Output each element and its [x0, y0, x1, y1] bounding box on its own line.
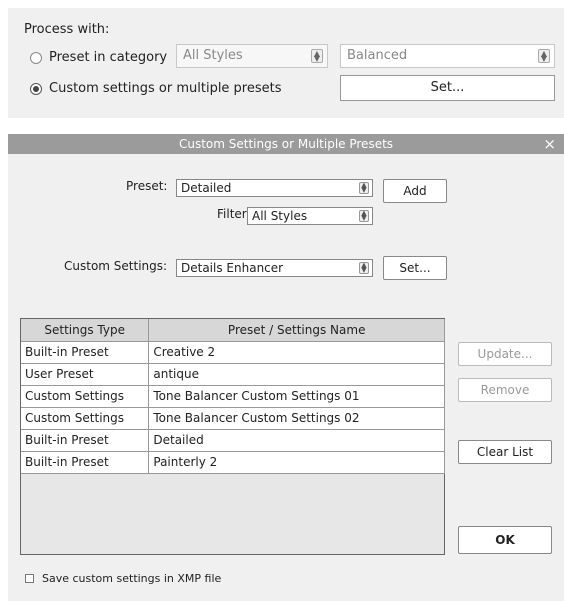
table-row[interactable]: Built-in Preset Detailed — [21, 429, 445, 452]
update-button[interactable]: Update... — [458, 342, 552, 366]
table-cell-type: Built-in Preset — [21, 341, 150, 364]
table-row[interactable]: Built-in Preset Creative 2 — [21, 341, 445, 364]
process-with-panel: Process with: Preset in category All Sty… — [8, 8, 564, 118]
custom-settings-dropdown-value: Details Enhancer — [181, 261, 284, 275]
clear-list-button[interactable]: Clear List — [458, 440, 552, 464]
preset-dropdown-value: Detailed — [181, 181, 232, 195]
chevron-updown-icon: ▲ ▼ — [311, 49, 323, 63]
ok-button[interactable]: OK — [458, 526, 552, 554]
preset-label: Preset: — [126, 179, 168, 193]
table-cell-name: Detailed — [148, 429, 445, 452]
preset-select[interactable]: Balanced ▲ ▼ — [340, 44, 555, 68]
filter-label: Filter — [217, 207, 247, 221]
set-button[interactable]: Set... — [340, 75, 555, 101]
custom-settings-label: Custom Settings: — [64, 259, 168, 273]
chevron-updown-icon: ▲ ▼ — [359, 262, 369, 274]
table-cell-type: User Preset — [21, 363, 150, 386]
dialog-titlebar: Custom Settings or Multiple Presets × — [8, 134, 564, 154]
custom-settings-dropdown[interactable]: Details Enhancer ▲ ▼ — [176, 259, 373, 277]
preset-in-category-radio[interactable] — [30, 51, 42, 64]
filter-dropdown-value: All Styles — [252, 209, 308, 223]
table-cell-type: Built-in Preset — [21, 451, 150, 474]
table-cell-type: Custom Settings — [21, 385, 150, 408]
table-row[interactable]: Custom Settings Tone Balancer Custom Sett… — [21, 385, 445, 408]
chevron-updown-icon: ▲ ▼ — [359, 210, 369, 222]
custom-set-button[interactable]: Set... — [383, 256, 447, 280]
custom-settings-label: Custom settings or multiple presets — [49, 81, 282, 96]
chevron-updown-icon: ▲ ▼ — [359, 182, 369, 194]
save-xmp-label: Save custom settings in XMP file — [42, 572, 222, 585]
custom-settings-option[interactable]: Custom settings or multiple presets — [30, 81, 282, 96]
filter-dropdown[interactable]: All Styles ▲ ▼ — [247, 207, 373, 225]
table-cell-name: Painterly 2 — [148, 451, 445, 474]
remove-button[interactable]: Remove — [458, 378, 552, 402]
category-select-value: All Styles — [183, 48, 243, 63]
preset-in-category-option[interactable]: Preset in category — [30, 50, 167, 65]
settings-table: Settings Type Preset / Settings Name Bui… — [20, 318, 445, 555]
table-row[interactable]: User Preset antique — [21, 363, 445, 386]
process-with-label: Process with: — [24, 22, 110, 37]
table-header-row: Settings Type Preset / Settings Name — [21, 319, 445, 342]
add-button[interactable]: Add — [383, 179, 447, 203]
table-cell-name: Tone Balancer Custom Settings 02 — [148, 407, 445, 430]
table-cell-name: antique — [148, 363, 445, 386]
table-cell-type: Built-in Preset — [21, 429, 150, 452]
table-cell-type: Custom Settings — [21, 407, 150, 430]
chevron-updown-icon: ▲ ▼ — [538, 49, 550, 63]
preset-dropdown[interactable]: Detailed ▲ ▼ — [176, 179, 373, 197]
column-header-name[interactable]: Preset / Settings Name — [148, 319, 445, 342]
table-cell-name: Tone Balancer Custom Settings 01 — [148, 385, 445, 408]
column-header-type[interactable]: Settings Type — [21, 319, 150, 342]
table-row[interactable]: Built-in Preset Painterly 2 — [21, 451, 445, 474]
save-xmp-checkbox[interactable] — [25, 574, 34, 583]
close-icon[interactable]: × — [543, 134, 556, 154]
table-row[interactable]: Custom Settings Tone Balancer Custom Sett… — [21, 407, 445, 430]
custom-settings-radio[interactable] — [30, 82, 42, 95]
table-cell-name: Creative 2 — [148, 341, 445, 364]
dialog-title: Custom Settings or Multiple Presets — [178, 137, 394, 151]
preset-in-category-label: Preset in category — [49, 50, 168, 65]
category-select[interactable]: All Styles ▲ ▼ — [176, 44, 328, 68]
custom-settings-dialog: Custom Settings or Multiple Presets × Pr… — [8, 134, 564, 601]
preset-select-value: Balanced — [347, 48, 408, 63]
